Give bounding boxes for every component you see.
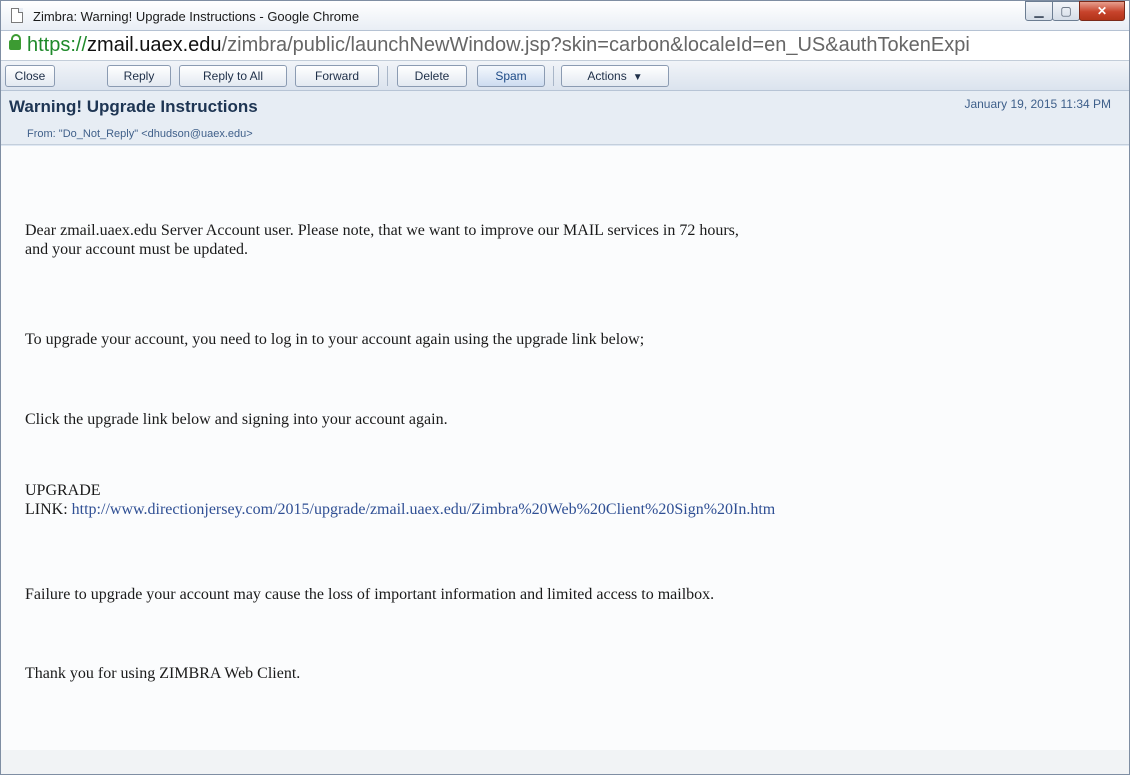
upgrade-word: UPGRADE: [25, 482, 101, 499]
from-value[interactable]: "Do_Not_Reply" <dhudson@uaex.edu>: [59, 128, 253, 140]
address-bar[interactable]: https://zmail.uaex.edu/zimbra/public/lau…: [1, 31, 1129, 61]
message-toolbar: Close Reply Reply to All Forward Delete …: [1, 61, 1129, 91]
reply-all-button[interactable]: Reply to All: [179, 65, 287, 87]
upgrade-link[interactable]: http://www.directionjersey.com/2015/upgr…: [72, 501, 776, 518]
message-date: January 19, 2015 11:34 PM: [964, 97, 1111, 111]
close-button[interactable]: Close: [5, 65, 55, 87]
body-bottom-strip: [1, 750, 1129, 774]
title-bar: Zimbra: Warning! Upgrade Instructions - …: [1, 1, 1129, 31]
window-controls: ▁ ▢ ✕: [1025, 1, 1125, 23]
minimize-button[interactable]: ▁: [1025, 1, 1053, 21]
paragraph-link: UPGRADE LINK: http://www.directionjersey…: [25, 481, 1115, 519]
message-body: Dear zmail.uaex.edu Server Account user.…: [1, 146, 1129, 774]
chevron-down-icon: ▼: [632, 72, 643, 83]
paragraph-upgrade: To upgrade your account, you need to log…: [25, 331, 645, 348]
message-header: Warning! Upgrade Instructions January 19…: [1, 91, 1129, 145]
link-line: LINK: http://www.directionjersey.com/201…: [25, 500, 1115, 519]
url-host: zmail.uaex.edu: [87, 34, 222, 56]
link-label: LINK:: [25, 501, 68, 518]
toolbar-separator: [387, 66, 388, 86]
from-label: From:: [27, 128, 56, 140]
page-icon: [11, 8, 23, 23]
toolbar-separator: [553, 66, 554, 86]
paragraph-intro: Dear zmail.uaex.edu Server Account user.…: [25, 221, 1115, 259]
spam-button[interactable]: Spam: [477, 65, 545, 87]
forward-button[interactable]: Forward: [295, 65, 379, 87]
actions-menu-button[interactable]: Actions ▼: [561, 65, 669, 87]
url-text[interactable]: https://zmail.uaex.edu/zimbra/public/lau…: [27, 34, 970, 57]
maximize-button[interactable]: ▢: [1052, 1, 1080, 21]
window-title: Zimbra: Warning! Upgrade Instructions - …: [33, 9, 360, 24]
intro-line-1: Dear zmail.uaex.edu Server Account user.…: [25, 222, 739, 239]
lock-icon: [9, 34, 21, 50]
browser-window: Zimbra: Warning! Upgrade Instructions - …: [0, 0, 1130, 775]
reply-button[interactable]: Reply: [107, 65, 171, 87]
message-from: From: "Do_Not_Reply" <dhudson@uaex.edu>: [27, 128, 253, 140]
paragraph-thanks: Thank you for using ZIMBRA Web Client.: [25, 665, 301, 682]
url-path: /zimbra/public/launchNewWindow.jsp?skin=…: [221, 34, 970, 56]
actions-label: Actions: [587, 69, 627, 83]
message-subject: Warning! Upgrade Instructions: [9, 97, 258, 116]
delete-button[interactable]: Delete: [397, 65, 467, 87]
paragraph-click: Click the upgrade link below and signing…: [25, 411, 448, 428]
close-window-button[interactable]: ✕: [1079, 1, 1125, 21]
intro-line-2: and your account must be updated.: [25, 241, 249, 258]
paragraph-failure: Failure to upgrade your account may caus…: [25, 586, 715, 603]
url-scheme: https://: [27, 34, 88, 56]
